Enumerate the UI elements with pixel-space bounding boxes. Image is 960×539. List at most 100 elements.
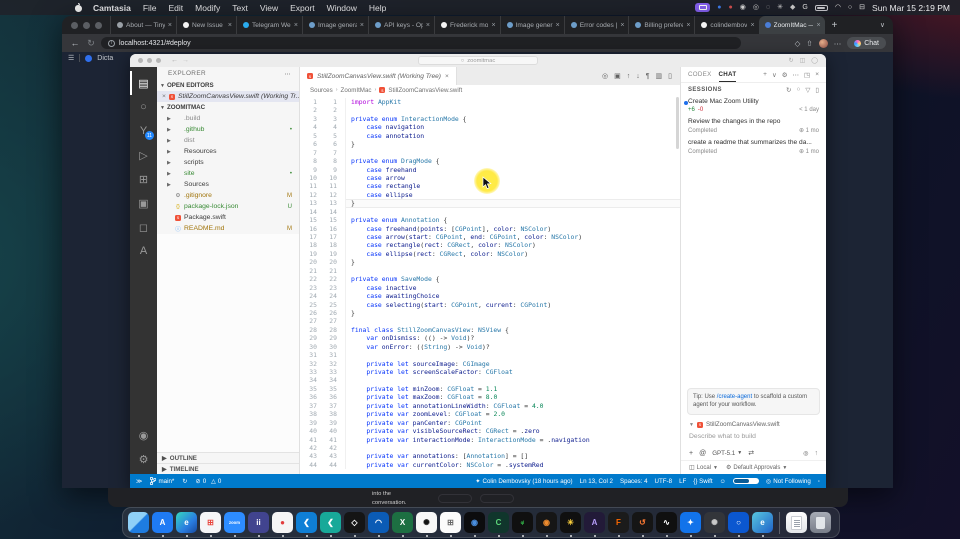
do-not-disturb-icon[interactable]: ◎ [753,4,759,11]
dock-app-camtasia[interactable]: C [488,512,509,533]
send-button[interactable]: ↑ [815,450,819,457]
explorer-icon[interactable]: ▤ [130,71,157,95]
source-control-icon[interactable]: Y11 [130,119,157,143]
split-editor-icon[interactable]: ▥ [656,72,663,80]
close-tab-icon[interactable]: × [750,22,754,29]
close-tab-icon[interactable]: × [168,22,172,29]
create-agent-link[interactable]: /create-agent [717,394,752,400]
tree-item--gitignore[interactable]: ⚙.gitignoreM [157,190,299,201]
layout-icon[interactable]: ▯ [668,72,672,80]
chat-extension-icon[interactable]: ◻ [130,215,157,239]
open-changes-icon[interactable]: ◎ [602,72,608,80]
timeline-section[interactable]: ▶TIMELINE [157,463,299,474]
history-forward-icon[interactable]: → [182,57,189,64]
dock-app-vscode[interactable]: ❮ [296,512,317,533]
tree-item-dist[interactable]: ▶dist [157,135,299,146]
dock-app-excel[interactable]: X [392,512,413,533]
breadcrumb-item[interactable]: ZoomItMac [341,87,372,94]
sync-button[interactable]: ↻ [182,478,187,485]
dock-app-warp[interactable]: ◇ [344,512,365,533]
notifications-bell-icon[interactable]: ◦ [818,478,820,485]
dock-app-edge[interactable]: e [176,512,197,533]
dock-app-orange-swirl-app[interactable]: ↺ [632,512,653,533]
search-icon[interactable]: ○ [130,95,157,119]
command-center[interactable]: ○ zoomitmac [418,56,538,65]
tree-item--github[interactable]: ▶.github• [157,124,299,135]
app-status-blue-icon[interactable]: ● [717,4,721,11]
account-icon[interactable]: ◉ [130,423,157,447]
tree-item-package-lock-json[interactable]: {}package-lock.jsonU [157,201,299,212]
breadcrumb-item[interactable]: Sources [310,87,333,94]
next-change-icon[interactable]: ↓ [636,73,640,80]
menu-export[interactable]: Export [284,3,321,13]
new-session-icon[interactable]: + [763,71,767,79]
tree-item-resources[interactable]: ▶Resources [157,146,299,157]
close-icon[interactable]: × [162,93,166,100]
editor-tab[interactable]: s StillZoomCanvasView.swift (Working Tre… [300,67,457,85]
previous-change-icon[interactable]: ↑ [627,73,631,80]
browser-tab[interactable]: ZoomItMac —× [759,16,825,34]
close-tab-icon[interactable]: × [556,22,560,29]
workspace-root[interactable]: ▼ZOOMITMAC [157,102,299,113]
settings-gear-icon[interactable]: ⚙ [782,71,788,79]
dock-app-gray-knot-app[interactable]: ✺ [704,512,725,533]
dock-app-lens-app[interactable]: ◉ [464,512,485,533]
browser-tab[interactable]: Image generat× [302,16,368,34]
problems-indicator[interactable]: ⊘0 △0 [196,478,222,485]
app-status-white-icon[interactable]: ◉ [740,4,746,11]
dock-app-f-app[interactable]: F [608,512,629,533]
ide-window-controls[interactable] [130,58,161,63]
address-bar[interactable]: i localhost:4321/#deploy [101,37,741,49]
approvals-picker[interactable]: ⚙Default Approvals▼ [726,464,787,471]
browser-tab[interactable]: Frederick mo× [434,16,500,34]
more-icon[interactable]: ⋯ [793,71,800,79]
grammarly-icon[interactable]: G [802,4,807,11]
close-tab-icon[interactable]: × [228,22,232,29]
dock-app-edge-beta[interactable]: e [752,512,773,533]
app-status-red-icon[interactable]: ● [728,4,732,11]
dock-app-downloads[interactable] [786,512,807,533]
close-tab-icon[interactable]: × [360,22,364,29]
remote-explorer-icon[interactable]: ▣ [130,191,157,215]
tab-search-button[interactable]: ∨ [880,21,885,29]
dock-app-zoom[interactable]: zoom [224,512,245,533]
close-tab-icon[interactable]: × [445,73,449,80]
browser-tab[interactable]: About — Tiny× [110,16,176,34]
menu-window[interactable]: Window [321,3,363,13]
customize-layout-icon[interactable]: ◯ [811,57,818,64]
panel-toggle-icon[interactable]: ◫ [800,57,806,64]
browser-tab[interactable]: Billing prefere× [628,16,694,34]
branch-indicator[interactable]: main* [150,477,174,485]
session-item[interactable]: Create Mac Zoom Utility+6-0< 1 day [681,96,826,116]
browser-tab[interactable]: Image gener× [500,16,564,34]
wifi-icon[interactable]: ◠ [835,4,841,11]
add-context-button[interactable]: + [689,450,693,457]
attachment-chip[interactable]: ▼ s StillZoomCanvasView.swift [681,419,826,430]
dock-app-trash[interactable] [810,512,831,533]
eol-indicator[interactable]: LF [679,478,686,485]
share-icon[interactable]: ⇧ [806,39,812,48]
apple-menu-icon[interactable] [75,4,83,12]
browser-tab[interactable]: Telegram Web× [236,16,302,34]
environment-picker[interactable]: ◫Local▼ [689,464,718,471]
control-center-icon[interactable]: ⊟ [859,4,865,11]
dock-app-microsoft-365[interactable]: ⊞ [200,512,221,533]
browser-tab[interactable]: New Issue× [176,16,236,34]
editor-scrollbar[interactable] [676,97,679,149]
browser-menu-icon[interactable]: ⋯ [834,39,842,48]
browser-tab[interactable]: colindembov× [694,16,758,34]
whitespace-icon[interactable]: ¶ [646,73,650,80]
extension-icon[interactable]: ◇ [795,39,801,48]
layout-toggle-icon[interactable]: ↻ [789,57,794,64]
menu-text[interactable]: Text [226,3,254,13]
tree-item-readme-md[interactable]: ⓘREADME.mdM [157,223,299,234]
session-item[interactable]: Review the changes in the repoCompleted⊕… [681,116,826,137]
close-tab-icon[interactable]: × [620,22,624,29]
tree-item-sources[interactable]: ▶Sources [157,179,299,190]
breadcrumb[interactable]: Sources›ZoomItMac›sStillZoomCanvasView.s… [300,85,680,95]
composer[interactable]: Describe what to build + @ GPT-5.1▼ ⇄ ◎ … [681,430,826,460]
session-item[interactable]: create a readme that summarizes the da..… [681,137,826,158]
dock-app-orange-person-app[interactable]: ◉ [536,512,557,533]
dashed-circle-icon[interactable]: ◌ [766,4,770,11]
explorer-more-icon[interactable]: ⋯ [284,70,291,78]
